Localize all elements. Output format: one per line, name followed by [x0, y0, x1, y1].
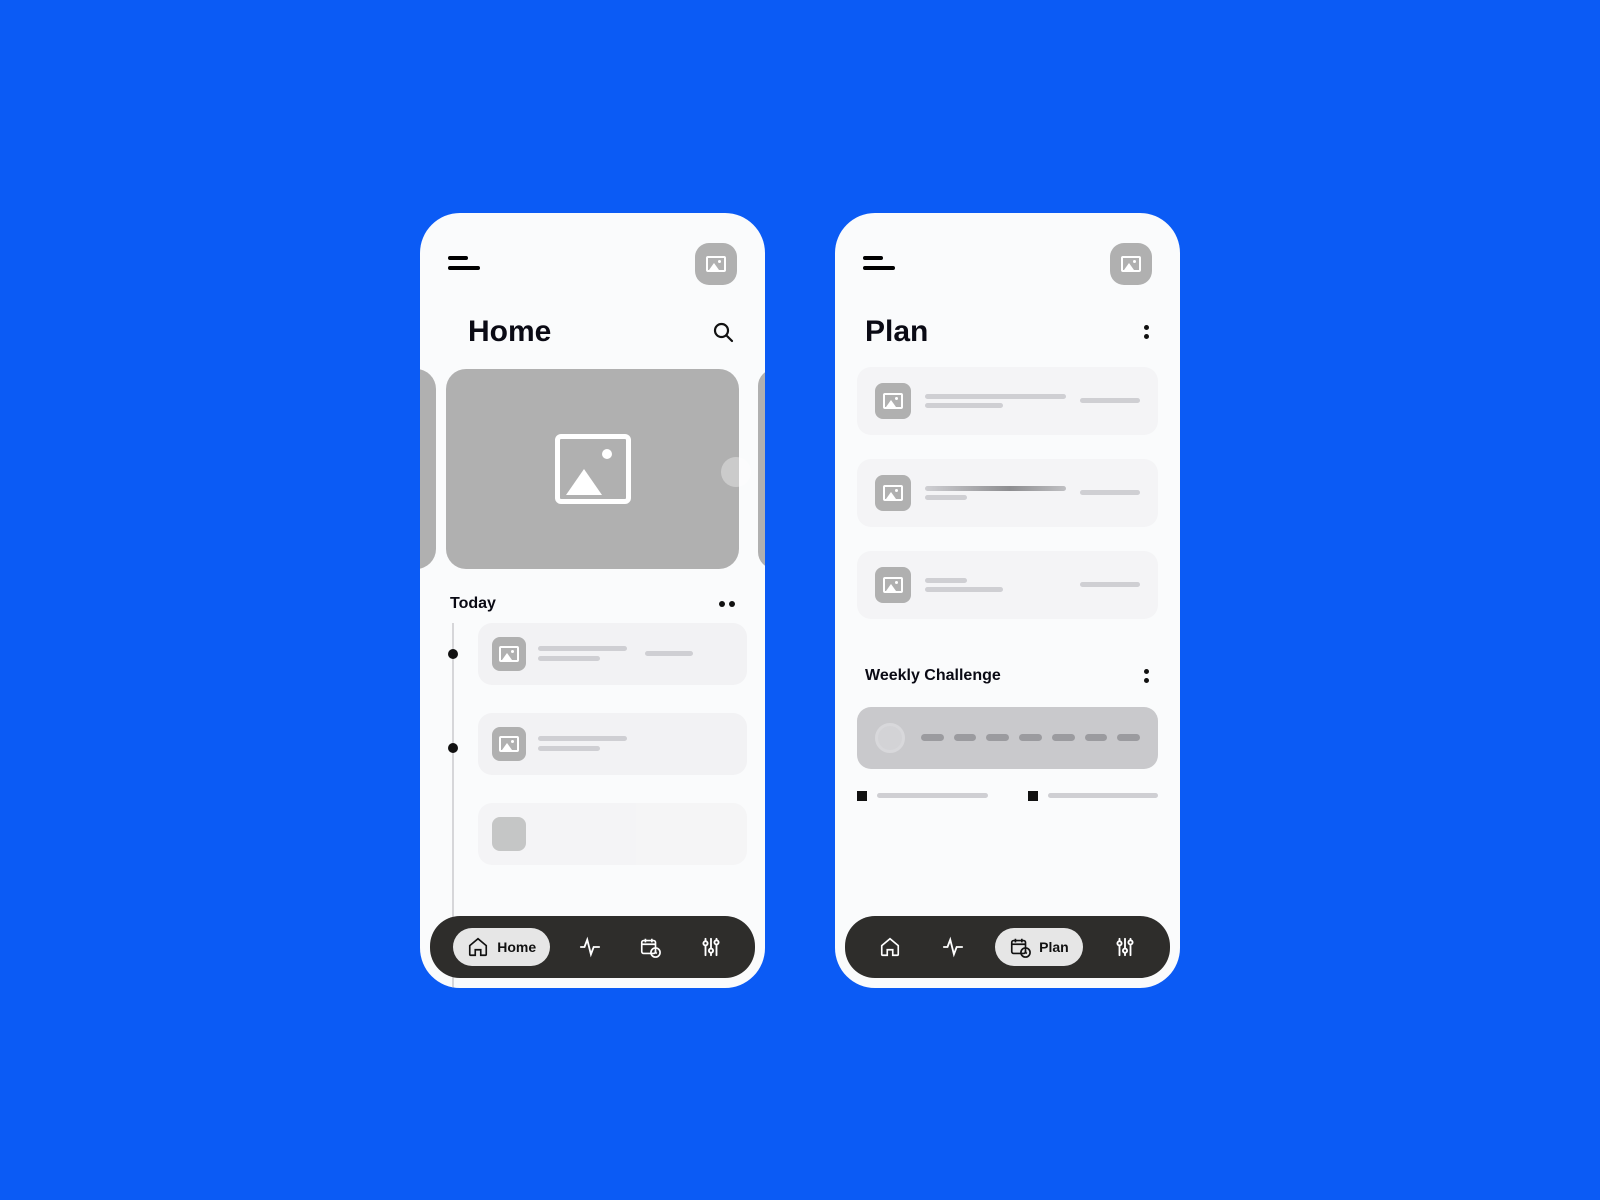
- nav-activity[interactable]: [932, 928, 974, 966]
- weekly-section-header: Weekly Challenge: [835, 619, 1180, 695]
- plan-list: [835, 359, 1180, 619]
- card-body: [538, 731, 733, 756]
- carousel-slide-current[interactable]: [446, 369, 739, 569]
- timeline-card[interactable]: [478, 623, 747, 685]
- card-thumbnail: [492, 637, 526, 671]
- card-thumbnail: [492, 727, 526, 761]
- carousel-slide-prev[interactable]: [420, 369, 436, 569]
- timeline-card[interactable]: [478, 713, 747, 775]
- calendar-clock-icon: [1009, 936, 1031, 958]
- image-icon: [883, 485, 903, 501]
- item-thumbnail: [875, 475, 911, 511]
- image-icon: [499, 646, 519, 662]
- item-body: [925, 390, 1066, 412]
- nav-plan-label: Plan: [1039, 939, 1069, 955]
- topbar: [420, 213, 765, 295]
- plan-item[interactable]: [857, 551, 1158, 619]
- title-row: Plan: [835, 295, 1180, 359]
- legend-marker: [1028, 791, 1038, 801]
- today-section-header: Today: [420, 569, 765, 623]
- home-screen: Home Today: [420, 213, 765, 988]
- profile-avatar-button[interactable]: [695, 243, 737, 285]
- carousel-slide-next[interactable]: [758, 369, 765, 569]
- sliders-icon: [700, 936, 722, 958]
- item-thumbnail: [875, 567, 911, 603]
- legend-marker: [857, 791, 867, 801]
- timeline-dot: [448, 743, 458, 753]
- page-title: Home: [468, 315, 551, 349]
- more-icon[interactable]: [719, 601, 735, 607]
- bottom-nav: Plan: [845, 916, 1170, 978]
- home-icon: [879, 936, 901, 958]
- legend-item: [1028, 791, 1159, 801]
- card-body: [538, 641, 733, 666]
- timeline-dot: [448, 649, 458, 659]
- image-icon: [883, 577, 903, 593]
- nav-home-label: Home: [497, 939, 536, 955]
- feature-carousel[interactable]: [420, 369, 765, 569]
- item-body: [925, 574, 1066, 596]
- nav-home[interactable]: [869, 928, 911, 966]
- nav-settings[interactable]: [690, 928, 732, 966]
- weekly-progress-card[interactable]: [857, 707, 1158, 769]
- progress-segments: [921, 734, 1140, 741]
- timeline-card[interactable]: [478, 803, 747, 865]
- title-row: Home: [420, 295, 765, 359]
- image-icon: [883, 393, 903, 409]
- weekly-label: Weekly Challenge: [865, 667, 1001, 685]
- nav-settings[interactable]: [1104, 928, 1146, 966]
- sliders-icon: [1114, 936, 1136, 958]
- legend-item: [857, 791, 988, 801]
- carousel-indicator: [721, 457, 751, 487]
- more-icon[interactable]: [1144, 669, 1150, 683]
- bottom-nav: Home: [430, 916, 755, 978]
- nav-plan[interactable]: [629, 928, 671, 966]
- profile-avatar-button[interactable]: [1110, 243, 1152, 285]
- page-title: Plan: [865, 315, 928, 349]
- menu-icon[interactable]: [448, 256, 480, 272]
- activity-icon: [942, 936, 964, 958]
- nav-home[interactable]: Home: [453, 928, 550, 966]
- topbar: [835, 213, 1180, 295]
- legend: [857, 791, 1158, 801]
- card-thumbnail: [492, 817, 526, 851]
- image-placeholder-icon: [555, 434, 631, 504]
- image-icon: [499, 736, 519, 752]
- today-label: Today: [450, 595, 496, 613]
- item-body: [925, 482, 1066, 504]
- image-icon: [1121, 256, 1141, 272]
- nav-activity[interactable]: [569, 928, 611, 966]
- search-icon[interactable]: [711, 320, 735, 344]
- nav-plan[interactable]: Plan: [995, 928, 1083, 966]
- more-icon[interactable]: [1144, 325, 1150, 339]
- menu-icon[interactable]: [863, 256, 895, 272]
- activity-icon: [579, 936, 601, 958]
- calendar-clock-icon: [639, 936, 661, 958]
- plan-screen: Plan: [835, 213, 1180, 988]
- item-thumbnail: [875, 383, 911, 419]
- plan-item[interactable]: [857, 459, 1158, 527]
- progress-circle-icon: [875, 723, 905, 753]
- home-icon: [467, 936, 489, 958]
- plan-item[interactable]: [857, 367, 1158, 435]
- image-icon: [706, 256, 726, 272]
